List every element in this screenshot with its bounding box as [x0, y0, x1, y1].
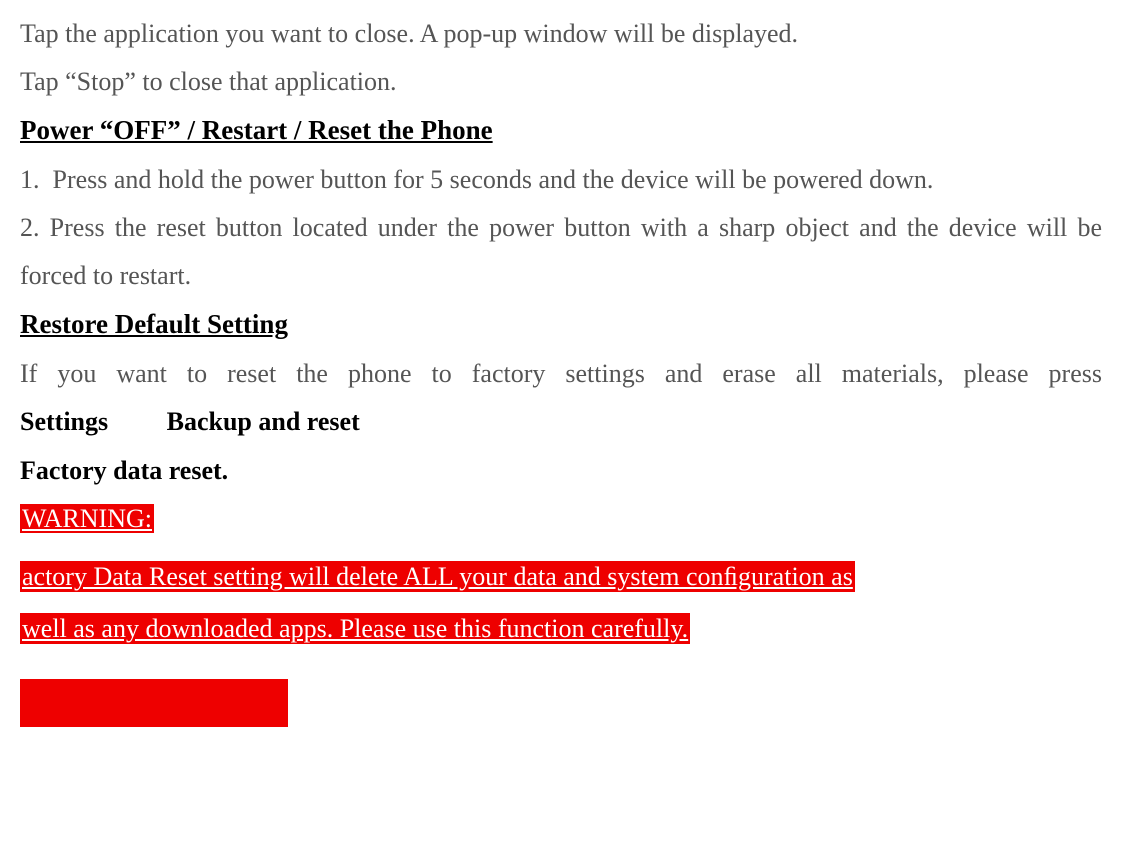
warning-line-1: actory Data Reset setting will delete AL… — [20, 561, 855, 592]
restore-text: If you want to reset the phone to factor… — [20, 350, 1102, 446]
settings-label: Settings — [20, 407, 108, 436]
warning-line-2: well as any downloaded apps. Please use … — [20, 613, 690, 644]
red-block — [20, 679, 288, 727]
warning-label: WARNING: — [20, 504, 154, 533]
warning-body: actory Data Reset setting will delete AL… — [20, 551, 1102, 655]
restore-gap — [108, 407, 167, 436]
intro-line-2: Tap “Stop” to close that application. — [20, 58, 1102, 106]
backup-reset-label: Backup and reset — [167, 407, 360, 436]
power-step-1: 1. Press and hold the power button for 5… — [20, 156, 1102, 204]
spacer — [20, 543, 1102, 551]
factory-data-reset-label: Factory data reset. — [20, 447, 1102, 495]
intro-line-1: Tap the application you want to close. A… — [20, 10, 1102, 58]
heading-power-off: Power “OFF” / Restart / Reset the Phone — [20, 106, 1102, 156]
power-step-2: 2. Press the reset button located under … — [20, 204, 1102, 300]
heading-restore-default: Restore Default Setting — [20, 300, 1102, 350]
restore-text-before: If you want to reset the phone to factor… — [20, 359, 1102, 388]
warning-label-container: WARNING: — [20, 495, 1102, 543]
